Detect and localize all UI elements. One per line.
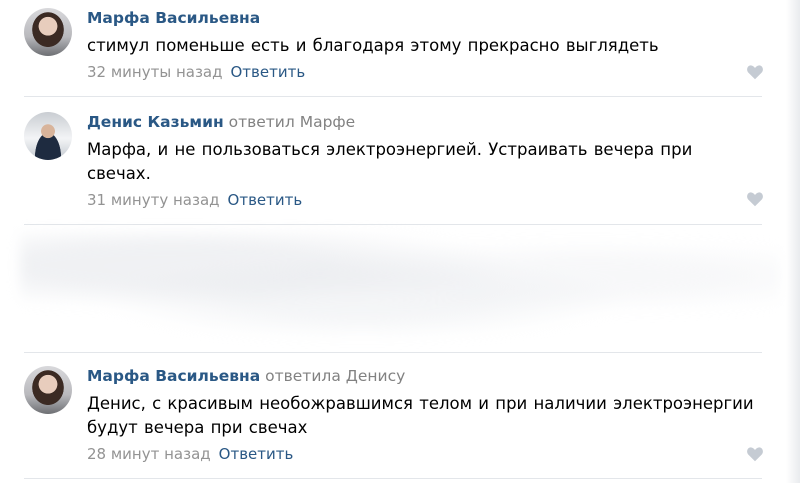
comments-feed: Марфа Васильевна стимул поменьше есть и … — [0, 0, 800, 483]
comment-item: Марфа Васильевна ответила Денису Денис, … — [24, 366, 764, 470]
blurred-comment — [20, 232, 780, 342]
author-name[interactable]: Марфа Васильевна — [87, 9, 260, 27]
avatar[interactable] — [24, 8, 72, 56]
comment-text: стимул поменьше есть и благодаря этому п… — [87, 36, 659, 55]
comment-item: Денис Казьмин ответил Марфе Марфа, и не … — [24, 112, 764, 214]
divider — [24, 96, 762, 97]
divider — [24, 224, 762, 225]
reply-note: ответила Денису — [265, 367, 406, 385]
heart-icon[interactable] — [746, 64, 764, 80]
timestamp[interactable]: 31 минуту назад — [87, 191, 220, 209]
comment-item: Марфа Васильевна стимул поменьше есть и … — [24, 8, 764, 88]
timestamp[interactable]: 28 минут назад — [87, 445, 211, 463]
comment-content: Марфа Васильевна стимул поменьше есть и … — [87, 8, 724, 82]
author-name[interactable]: Денис Казьмин — [87, 113, 224, 131]
comment-text: Марфа, и не пользоваться электроэнергией… — [87, 140, 693, 183]
divider — [24, 478, 762, 479]
avatar[interactable] — [24, 112, 72, 160]
author-name[interactable]: Марфа Васильевна — [87, 367, 260, 385]
comment-header: Марфа Васильевна ответила Денису — [87, 366, 724, 386]
reply-note: ответил Марфе — [228, 113, 356, 131]
comment-meta: 31 минуту назад Ответить — [87, 190, 724, 210]
reply-button[interactable]: Ответить — [231, 63, 306, 81]
scroll-edge — [786, 0, 800, 483]
comment-content: Денис Казьмин ответил Марфе Марфа, и не … — [87, 112, 724, 210]
heart-icon[interactable] — [746, 446, 764, 462]
comment-text: Денис, с красивым необожравшимся телом и… — [87, 394, 754, 437]
comment-meta: 28 минут назад Ответить — [87, 444, 724, 464]
comment-header: Марфа Васильевна — [87, 8, 724, 28]
comment-header: Денис Казьмин ответил Марфе — [87, 112, 724, 132]
heart-icon[interactable] — [746, 191, 764, 207]
reply-button[interactable]: Ответить — [219, 445, 294, 463]
divider — [24, 352, 762, 353]
comment-content: Марфа Васильевна ответила Денису Денис, … — [87, 366, 754, 464]
timestamp[interactable]: 32 минуты назад — [87, 63, 223, 81]
avatar[interactable] — [24, 366, 72, 414]
reply-button[interactable]: Ответить — [228, 191, 303, 209]
comment-meta: 32 минуты назад Ответить — [87, 62, 724, 82]
